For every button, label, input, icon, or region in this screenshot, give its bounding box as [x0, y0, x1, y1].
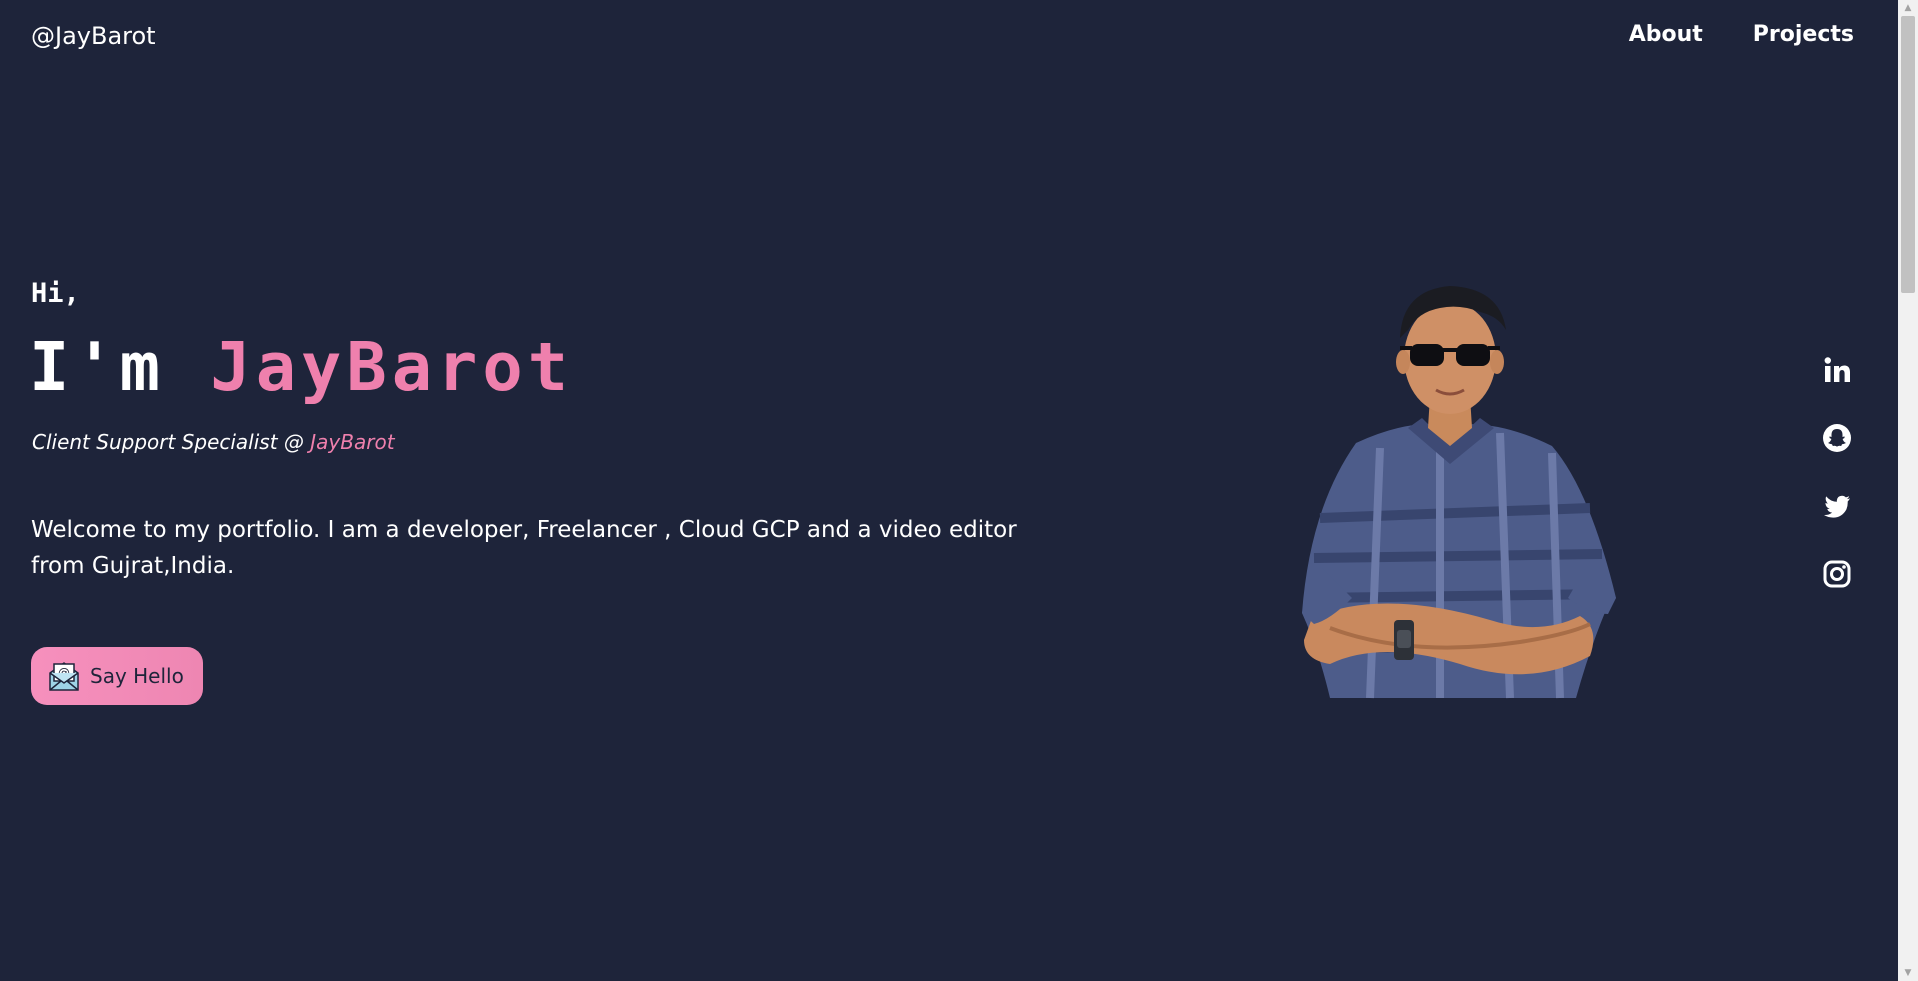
page-scrollbar[interactable]: ▲ ▼ — [1898, 0, 1918, 981]
page: @JayBarot About Projects Hi, I'm JayBaro… — [0, 0, 1898, 981]
role-line: Client Support Specialist @ JayBarot — [32, 430, 395, 454]
greeting: Hi, — [31, 278, 80, 309]
mail-icon: @ — [49, 662, 79, 691]
say-hello-label: Say Hello — [90, 664, 184, 688]
scroll-thumb[interactable] — [1901, 16, 1915, 293]
instagram-link[interactable] — [1822, 559, 1852, 589]
headline-name: JayBarot — [210, 328, 574, 406]
role-title: Client Support Specialist @ — [32, 430, 311, 454]
top-nav: About Projects — [1629, 22, 1854, 47]
twitter-link[interactable] — [1822, 491, 1852, 521]
intro-text: Welcome to my portfolio. I am a develope… — [31, 517, 1017, 579]
linkedin-icon — [1824, 357, 1850, 382]
instagram-icon — [1823, 560, 1851, 588]
portrait-photo — [1302, 286, 1616, 699]
role-company: JayBarot — [310, 430, 395, 454]
site-logo-link[interactable]: @JayBarot — [31, 22, 156, 50]
nav-projects[interactable]: Projects — [1753, 22, 1854, 47]
linkedin-link[interactable] — [1822, 355, 1852, 385]
say-hello-button[interactable]: @ Say Hello — [31, 647, 203, 705]
snapchat-link[interactable] — [1822, 423, 1852, 453]
snapchat-icon — [1823, 424, 1851, 452]
scroll-down-icon[interactable]: ▼ — [1898, 965, 1918, 981]
twitter-icon — [1824, 495, 1850, 518]
nav-about[interactable]: About — [1629, 22, 1703, 47]
headline: I'm JayBarot — [29, 328, 573, 406]
social-links — [1822, 355, 1852, 589]
scroll-up-icon[interactable]: ▲ — [1898, 0, 1918, 16]
headline-prefix: I'm — [29, 328, 211, 406]
